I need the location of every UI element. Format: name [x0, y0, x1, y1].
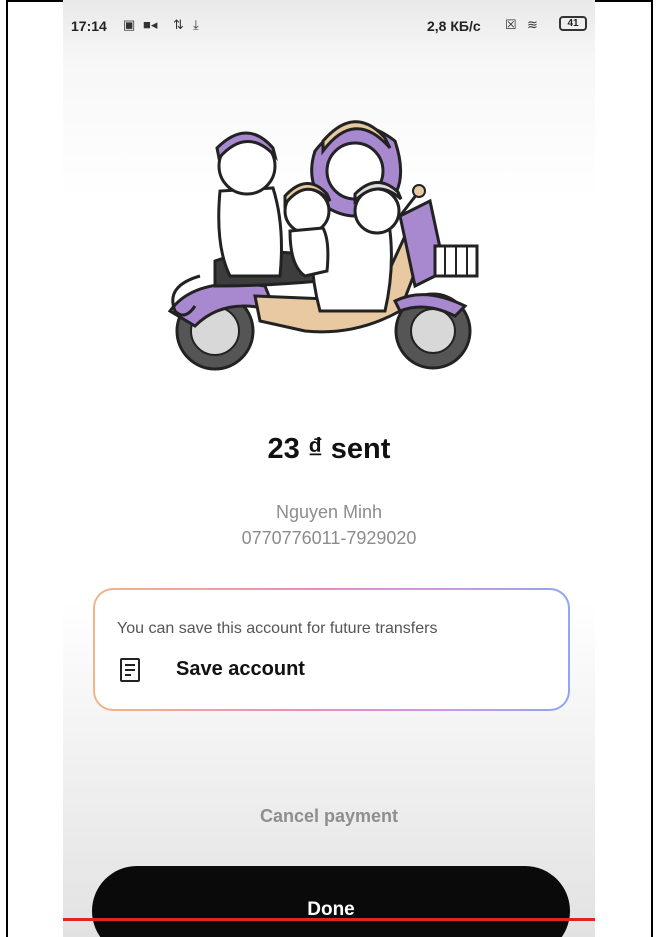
- video-icon: ■◂: [143, 17, 158, 32]
- arrows-icon: ⇅: [173, 17, 184, 32]
- sim-icon: ☒: [505, 17, 517, 32]
- save-account-card[interactable]: You can save this account for future tra…: [93, 588, 570, 711]
- save-account-hint: You can save this account for future tra…: [117, 620, 438, 637]
- status-bar: 17:14 ▣ ■◂ ⇅ ⤓ 2,8 КБ/с ☒ ≋ 41: [63, 0, 595, 52]
- wifi-icon: ≋: [527, 17, 538, 32]
- document-icon: [120, 658, 140, 682]
- amount-sent-title: 23 ₫ sent: [267, 433, 391, 465]
- done-button[interactable]: Done: [92, 866, 570, 937]
- scooter-illustration: [167, 120, 479, 371]
- recipient-account-number: 0770776011-7929020: [241, 528, 417, 548]
- frame-right-border: [651, 0, 653, 937]
- battery-icon: 41: [559, 16, 587, 31]
- progress-line: [63, 918, 595, 921]
- recipient-name: Nguyen Minh: [275, 502, 383, 522]
- save-account-button[interactable]: Save account: [176, 658, 305, 681]
- network-speed: 2,8 КБ/с: [427, 18, 481, 34]
- frame-left-border: [6, 0, 8, 937]
- download-icon: ⤓: [193, 17, 199, 32]
- cancel-payment-link[interactable]: Cancel payment: [63, 806, 595, 827]
- image-icon: ▣: [123, 17, 136, 32]
- save-account-card-inner: You can save this account for future tra…: [95, 590, 568, 709]
- status-time: 17:14: [71, 18, 107, 34]
- phone-screen: 17:14 ▣ ■◂ ⇅ ⤓ 2,8 КБ/с ☒ ≋ 41 23 ₫ sent…: [63, 0, 595, 937]
